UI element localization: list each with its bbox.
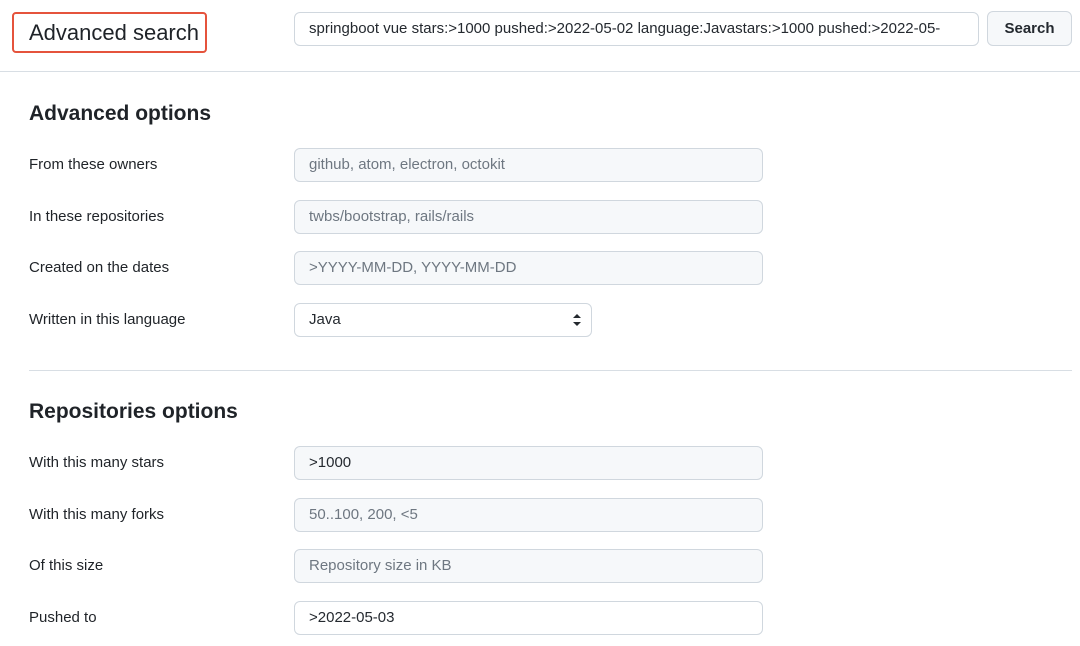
language-label: Written in this language bbox=[29, 311, 186, 328]
repositories-options-heading: Repositories options bbox=[29, 400, 238, 423]
pushed-label: Pushed to bbox=[29, 609, 97, 626]
forks-input[interactable]: 50..100, 200, <5 bbox=[294, 498, 763, 532]
chevron-up-down-icon bbox=[573, 314, 581, 326]
search-header: Advanced search springboot vue stars:>10… bbox=[0, 0, 1080, 72]
advanced-search-page: Advanced search springboot vue stars:>10… bbox=[0, 0, 1080, 646]
stars-input[interactable]: >1000 bbox=[294, 446, 763, 480]
repositories-input[interactable]: twbs/bootstrap, rails/rails bbox=[294, 200, 763, 234]
search-query-input[interactable]: springboot vue stars:>1000 pushed:>2022-… bbox=[294, 12, 979, 46]
repositories-label: In these repositories bbox=[29, 208, 165, 225]
created-dates-input[interactable]: >YYYY-MM-DD, YYYY-MM-DD bbox=[294, 251, 763, 285]
created-dates-label: Created on the dates bbox=[29, 259, 170, 276]
stars-label: With this many stars bbox=[29, 454, 165, 471]
search-button[interactable]: Search bbox=[987, 11, 1072, 46]
size-input[interactable]: Repository size in KB bbox=[294, 549, 763, 583]
page-title: Advanced search bbox=[12, 12, 207, 53]
forks-label: With this many forks bbox=[29, 506, 165, 523]
advanced-options-heading: Advanced options bbox=[29, 102, 212, 125]
owners-label: From these owners bbox=[29, 156, 158, 173]
section-divider bbox=[29, 370, 1072, 371]
size-label: Of this size bbox=[29, 557, 104, 574]
language-select-value: Java bbox=[309, 311, 341, 328]
pushed-input[interactable]: >2022-05-03 bbox=[294, 601, 763, 635]
owners-input[interactable]: github, atom, electron, octokit bbox=[294, 148, 763, 182]
language-select[interactable]: Java bbox=[294, 303, 592, 337]
